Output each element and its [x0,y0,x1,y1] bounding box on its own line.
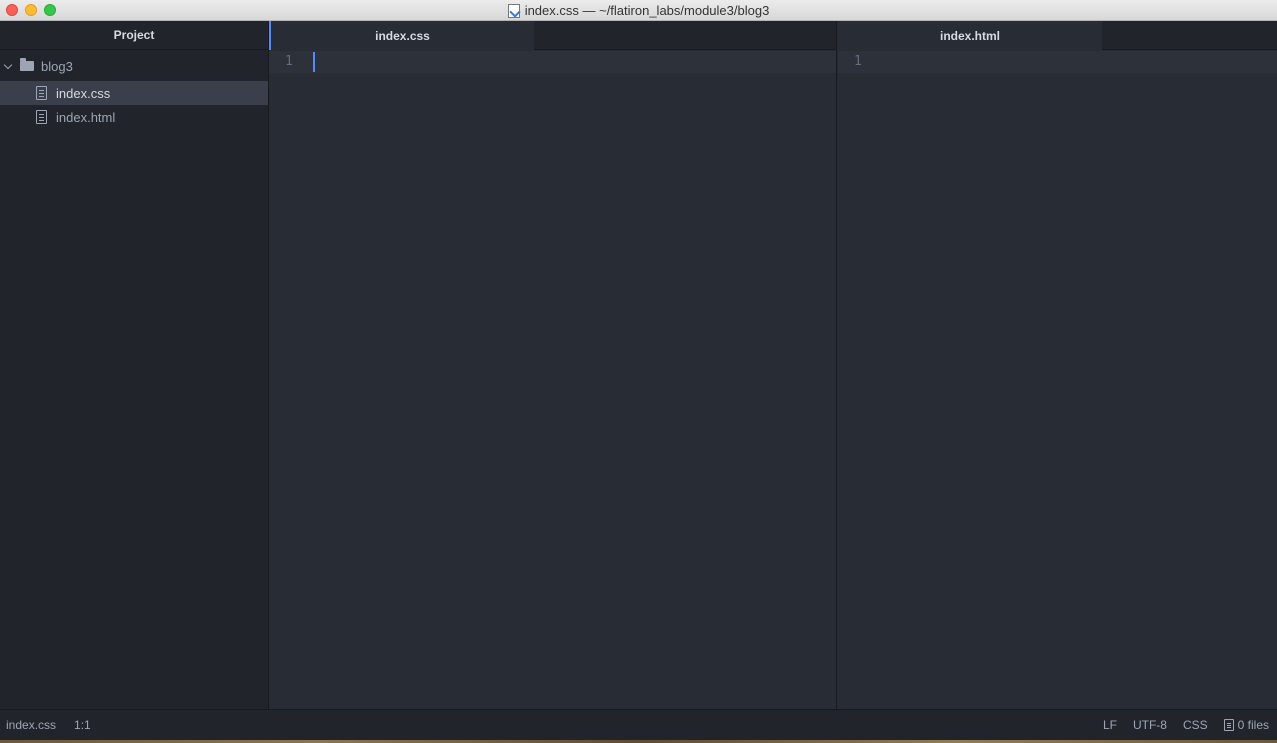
status-right-group: LF UTF-8 CSS 0 files [1103,718,1269,732]
status-file-name[interactable]: index.css [6,718,56,732]
line-number: 1 [285,54,293,69]
tab-bar: index.html [838,21,1277,50]
tree-item-label: index.html [56,109,116,125]
file-icon [36,110,47,124]
git-files-status[interactable]: 0 files [1223,718,1269,732]
root-folder-label: blog3 [41,58,73,74]
files-count: 0 files [1237,718,1269,732]
folder-icon [20,58,34,71]
tree-item-index-css[interactable]: index.css [0,81,268,105]
tree-root-folder[interactable]: blog3 [0,57,268,75]
document-icon [507,3,520,18]
text-cursor [313,52,315,72]
grammar-selector[interactable]: CSS [1183,718,1208,732]
status-left-group: index.css 1:1 [6,718,91,732]
title-bar: index.css — ~/flatiron_labs/module3/blog… [0,0,1277,21]
file-icon [36,86,47,100]
tab-index-css[interactable]: index.css [269,21,534,50]
project-sidebar: Project blog3 index.css index.html [0,21,269,709]
tree-item-index-html[interactable]: index.html [0,105,268,129]
status-cursor-position[interactable]: 1:1 [74,718,91,732]
sidebar-header: Project [0,21,268,50]
active-line-highlight [269,51,836,73]
tree-item-label: index.css [56,85,111,101]
tab-bar: index.css [269,21,836,50]
file-diff-icon [1223,719,1234,731]
window-title-group: index.css — ~/flatiron_labs/module3/blog… [0,0,1277,21]
editor-pane-right[interactable]: index.html 1 [838,21,1277,709]
editor-pane-left[interactable]: index.css 1 [269,21,837,709]
line-number: 1 [854,54,862,69]
chevron-down-icon[interactable] [3,60,13,69]
line-ending-selector[interactable]: LF [1103,718,1117,732]
window-title: index.css — ~/flatiron_labs/module3/blog… [524,3,770,18]
tab-index-html[interactable]: index.html [838,21,1102,50]
active-line-highlight [838,51,1277,73]
encoding-selector[interactable]: UTF-8 [1133,718,1167,732]
status-bar: index.css 1:1 LF UTF-8 CSS 0 files [0,709,1277,740]
